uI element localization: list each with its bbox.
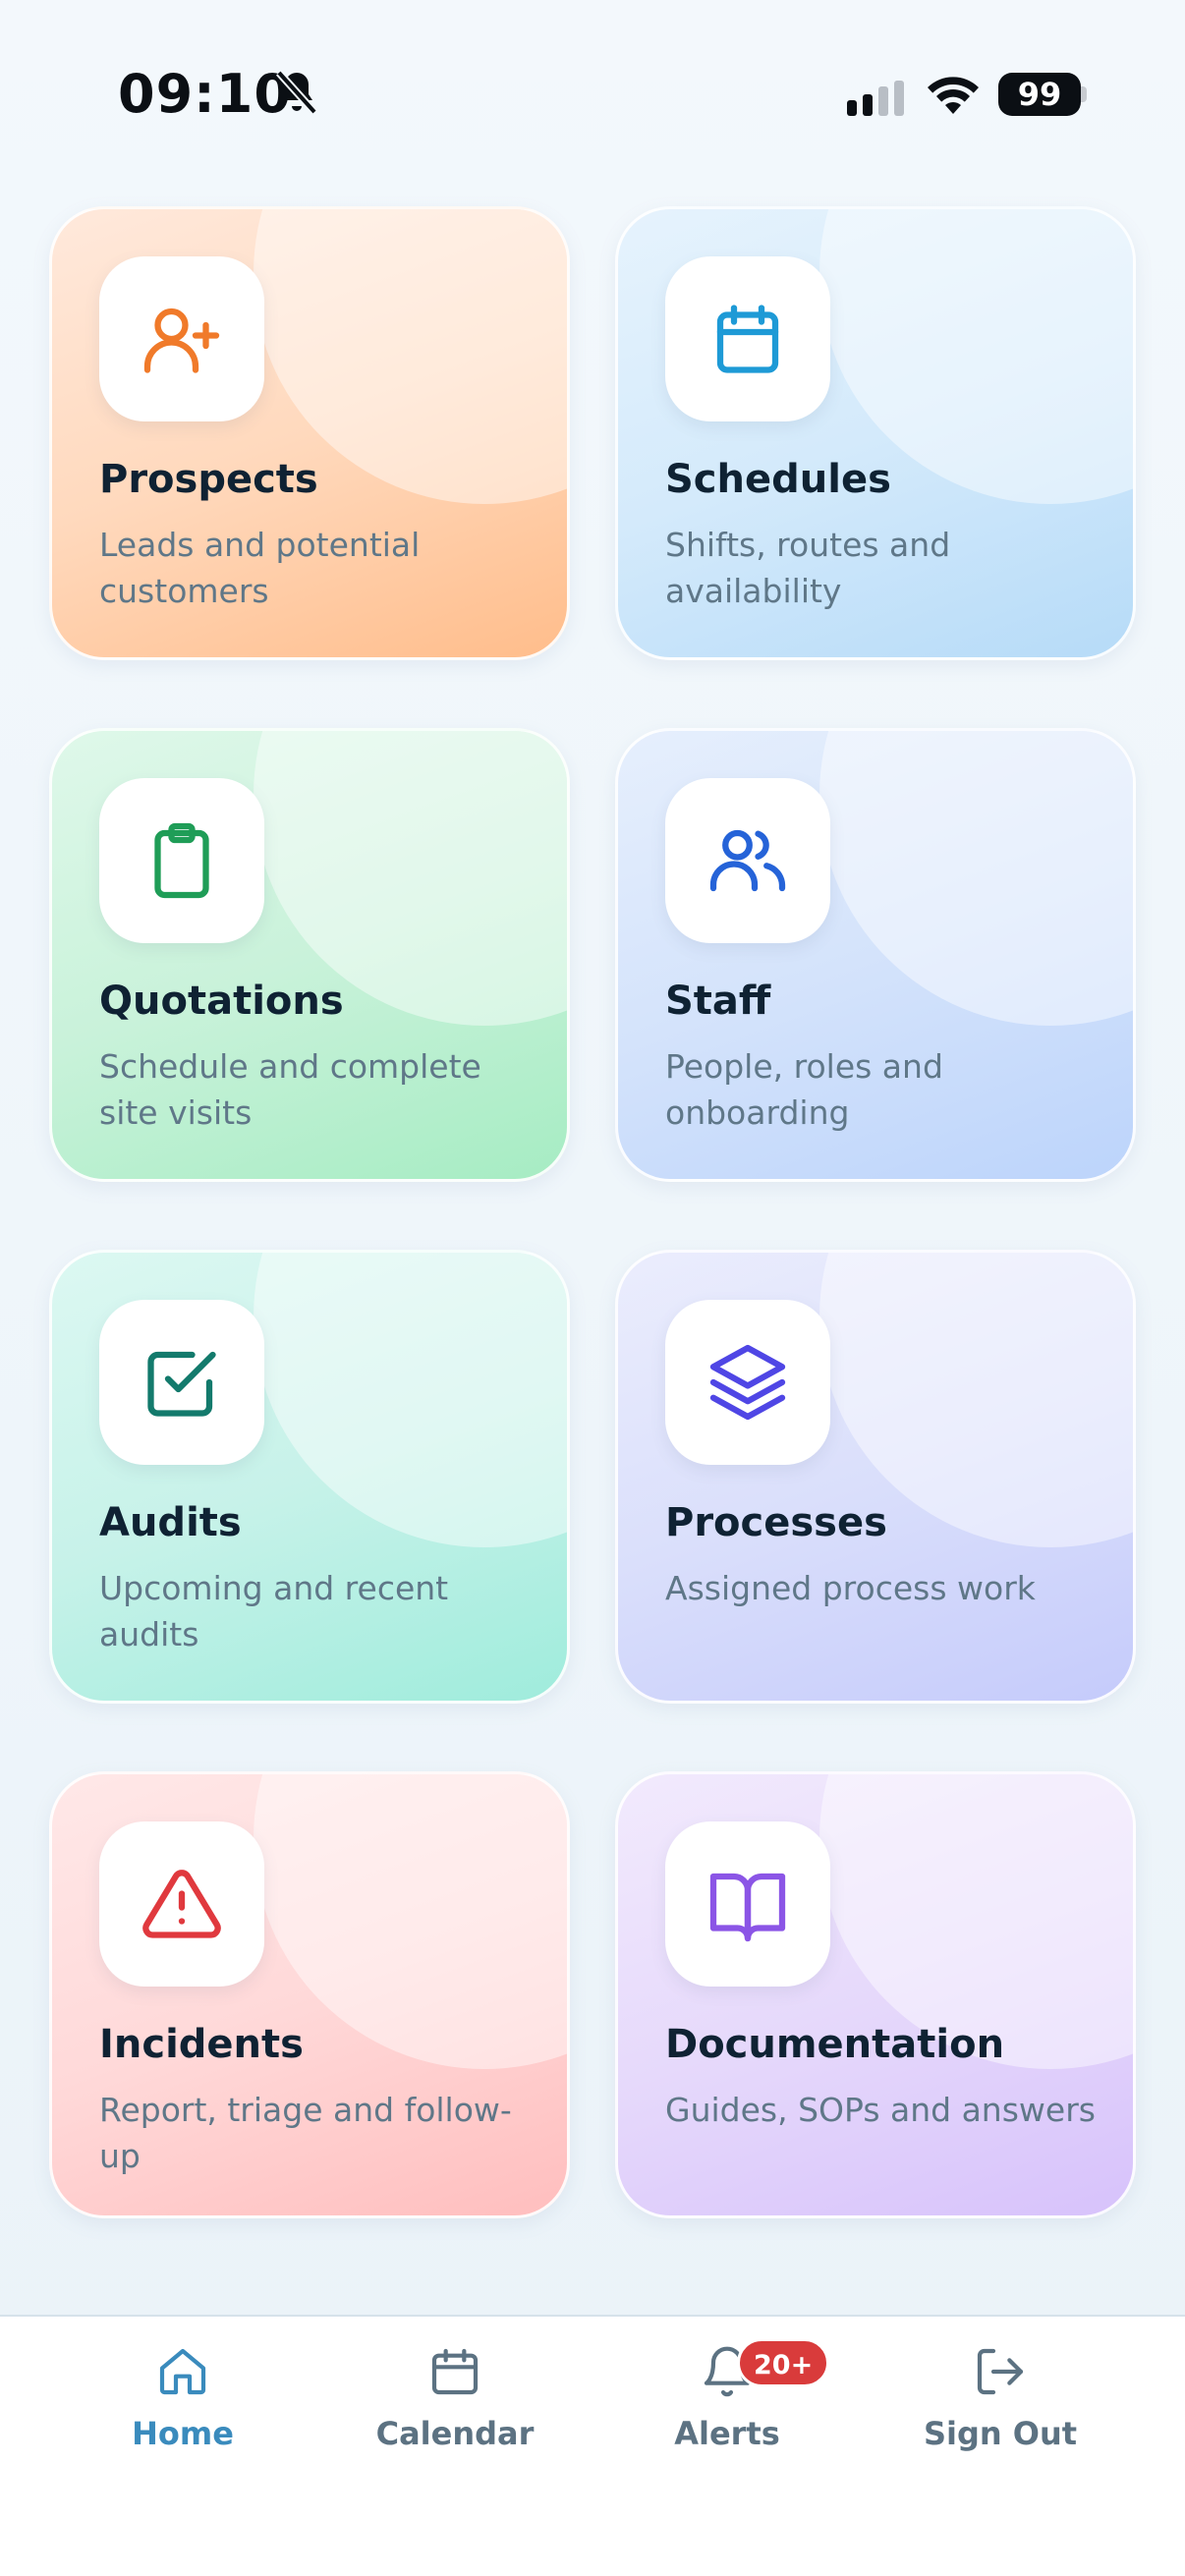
user-plus-icon [143,308,220,373]
tile-title: Documentation [665,2022,1005,2067]
tile-icon-container [99,1300,264,1465]
bell-off-icon [276,70,317,115]
tile-title: Incidents [99,2022,304,2067]
alert-triangle-icon [142,1870,221,1938]
tab-alerts[interactable]: 20+ Alerts [609,2338,845,2462]
book-open-icon [709,1873,786,1942]
tile-subtitle: Leads and potential customers [99,526,421,610]
tab-home[interactable]: Home [65,2344,301,2462]
layers-icon [709,1344,786,1421]
tile-prospects[interactable]: Prospects Leads and potential customers [49,206,570,660]
tile-icon-container [99,778,264,943]
tile-schedules[interactable]: Schedules Shifts, routes and availabilit… [615,206,1136,660]
tile-title: Processes [665,1500,887,1545]
status-bar: 09:10 99 [0,0,1185,187]
users-icon [709,829,786,892]
signal-icon [847,81,904,116]
tab-label: Sign Out [923,2415,1078,2452]
wifi-icon [928,77,979,114]
tile-title: Quotations [99,979,344,1024]
tab-label: Home [132,2415,234,2452]
tile-subtitle: Schedule and complete site visits [99,1047,481,1132]
tile-subtitle: Report, triage and follow-up [99,2091,512,2175]
home-icon [159,2348,206,2395]
tab-calendar[interactable]: Calendar [337,2344,573,2462]
tile-documentation[interactable]: Documentation Guides, SOPs and answers [615,1771,1136,2218]
tab-label: Alerts [674,2415,780,2452]
calendar-icon [431,2348,479,2395]
tile-incidents[interactable]: Incidents Report, triage and follow-up [49,1771,570,2218]
tile-icon-container [665,256,830,421]
tile-decoration [254,1253,567,1547]
tile-title: Schedules [665,457,891,502]
tile-title: Staff [665,979,771,1024]
tile-quotations[interactable]: Quotations Schedule and complete site vi… [49,728,570,1182]
tile-icon-container [99,256,264,421]
clipboard-icon [154,822,209,899]
tile-title: Prospects [99,457,318,502]
tile-subtitle: Shifts, routes and availability [665,526,951,610]
tile-icon-container [665,1821,830,1987]
tab-label: Calendar [375,2415,535,2452]
alerts-badge: 20+ [737,2338,830,2387]
tile-audits[interactable]: Audits Upcoming and recent audits [49,1250,570,1704]
battery-tip [1081,86,1087,102]
battery-icon: 99 [998,73,1081,116]
tile-subtitle: Assigned process work [665,1569,1036,1607]
tile-icon-container [665,778,830,943]
tile-title: Audits [99,1500,242,1545]
status-time: 09:10 [118,63,292,125]
tile-processes[interactable]: Processes Assigned process work [615,1250,1136,1704]
log-out-icon [977,2348,1024,2395]
tile-decoration [819,731,1133,1026]
tile-subtitle: People, roles and onboarding [665,1047,943,1132]
check-square-icon [147,1351,216,1417]
tile-subtitle: Upcoming and recent audits [99,1569,449,1653]
tile-subtitle: Guides, SOPs and answers [665,2091,1096,2129]
tile-icon-container [99,1821,264,1987]
tile-icon-container [665,1300,830,1465]
tab-sign-out[interactable]: Sign Out [882,2344,1118,2462]
tab-bar: Home Calendar 20+ Alerts Sign Out [0,2315,1185,2576]
calendar-icon [716,305,779,373]
tile-staff[interactable]: Staff People, roles and onboarding [615,728,1136,1182]
